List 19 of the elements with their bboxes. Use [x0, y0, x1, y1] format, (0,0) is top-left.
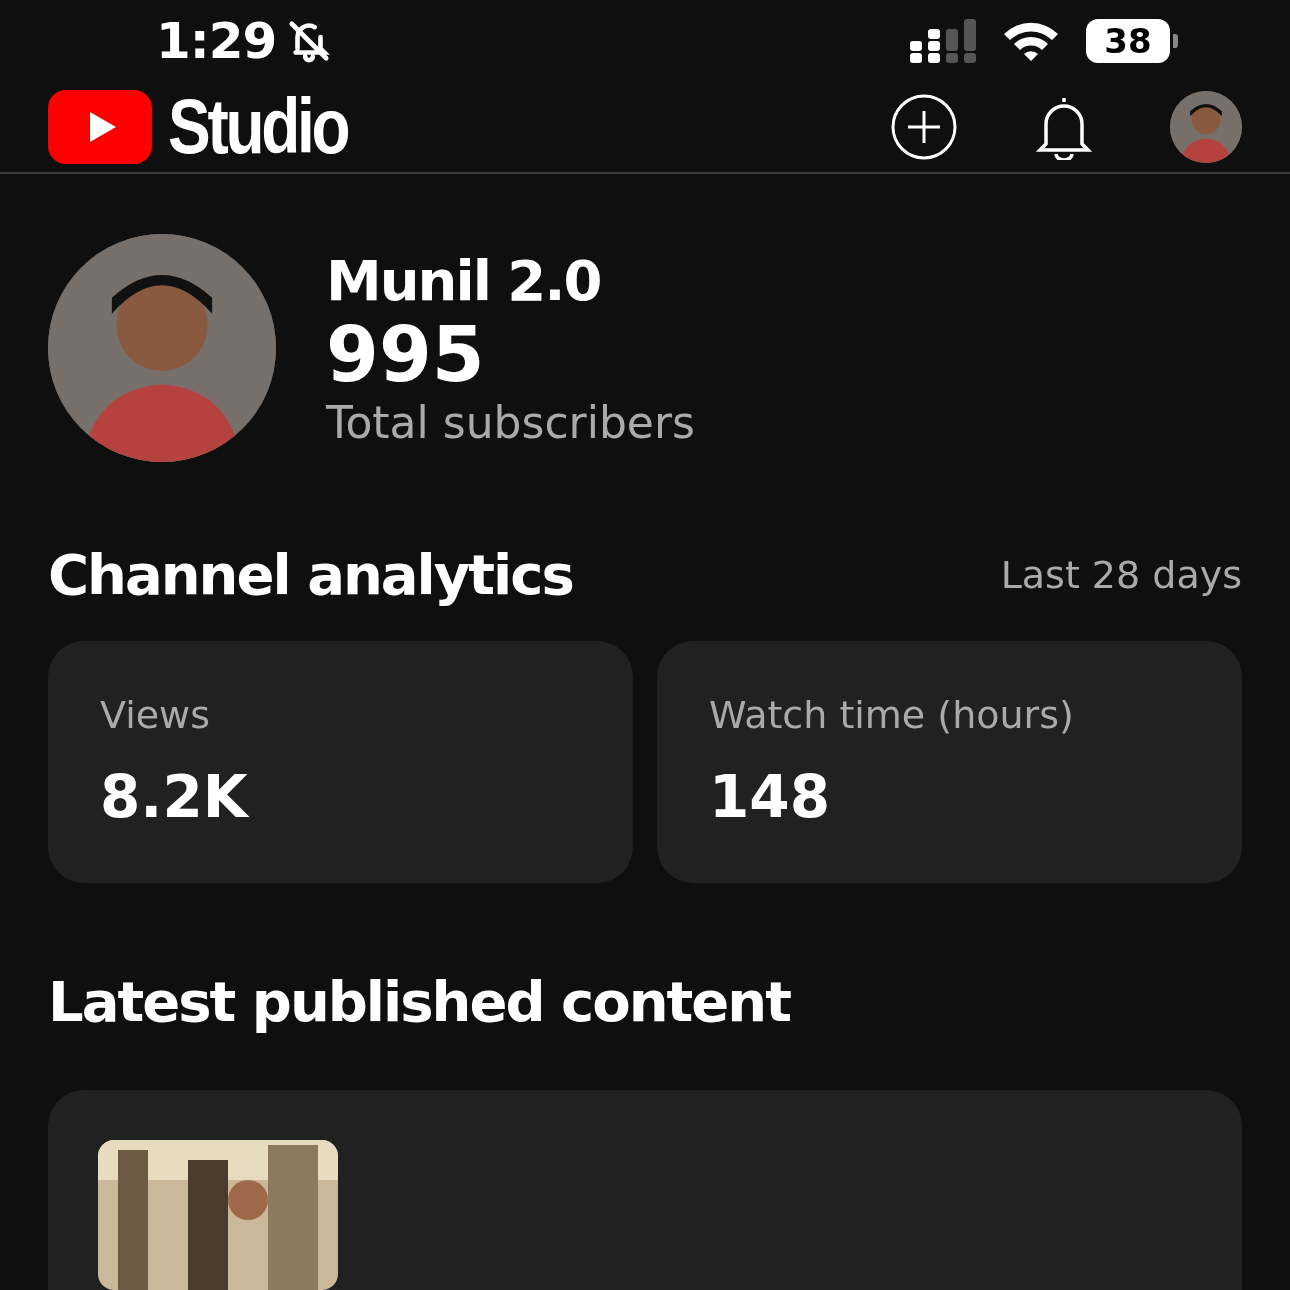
subscriber-label: Total subscribers: [326, 396, 695, 448]
metric-card[interactable]: Views 8.2K: [48, 641, 633, 883]
play-logo-icon: [48, 89, 152, 164]
status-time: 1:29: [156, 11, 277, 70]
content-card[interactable]: [48, 1090, 1242, 1290]
channel-name: Munil 2.0: [326, 248, 602, 314]
signal-icon: [910, 18, 976, 63]
period-label: Last 28 days: [1000, 552, 1242, 597]
logo-text: Studio: [168, 81, 348, 172]
subscriber-count: 995: [326, 313, 486, 397]
metric-label: Watch time (hours): [709, 693, 1075, 737]
metric-value: 148: [709, 763, 832, 831]
plus-circle-icon: [890, 92, 958, 161]
create-button[interactable]: [890, 92, 958, 161]
metric-value: 8.2K: [100, 763, 250, 831]
metric-card[interactable]: Watch time (hours) 148: [657, 641, 1242, 883]
section-title: Channel analytics: [48, 542, 573, 607]
section-title: Latest published content: [48, 969, 790, 1034]
metric-label: Views: [100, 693, 211, 737]
